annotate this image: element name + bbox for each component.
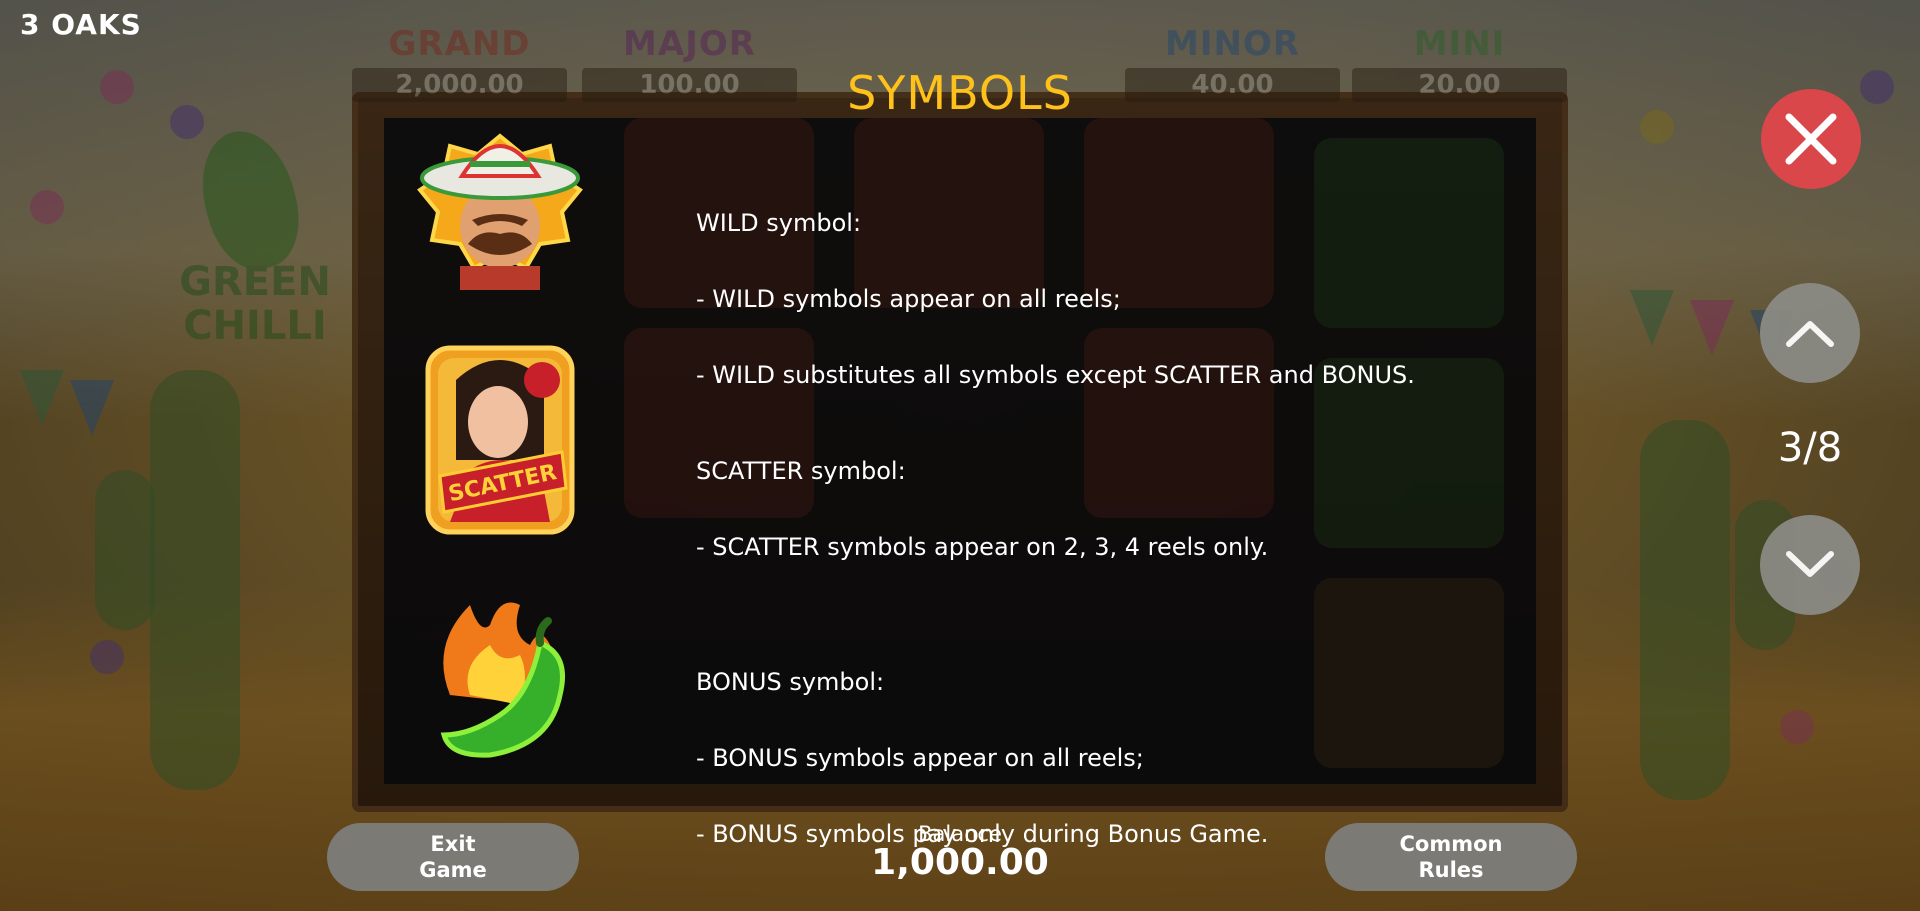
exit-game-button[interactable]: Exit Game: [327, 823, 579, 891]
symbol-label: SCATTER symbol:: [696, 457, 906, 485]
symbol-rule: - SCATTER symbols appear on 2, 3, 4 reel…: [696, 533, 1269, 561]
symbol-label: BONUS symbol:: [696, 668, 885, 696]
scatter-dancer-icon: SCATTER: [425, 345, 575, 535]
close-button[interactable]: [1761, 89, 1861, 189]
common-rules-button[interactable]: Common Rules: [1325, 823, 1577, 891]
symbol-row-scatter: SCATTER SCATTER symbol: - SCATTER symbol…: [410, 340, 1510, 561]
chevron-down-icon: [1786, 551, 1834, 577]
bonus-chilli-icon: [440, 602, 565, 758]
symbol-rule: - WILD symbols appear on all reels;: [696, 285, 1121, 313]
previous-page-button[interactable]: [1760, 283, 1860, 383]
symbol-row-bonus: BONUS symbol: - BONUS symbols appear on …: [410, 585, 1510, 848]
next-page-button[interactable]: [1760, 515, 1860, 615]
symbol-row-wild: WILD symbol: - WILD symbols appear on al…: [410, 112, 1510, 389]
balance-value: 1,000.00: [871, 842, 1049, 883]
company-logo: 3 OAKS: [20, 8, 142, 41]
wild-mariachi-icon: [417, 133, 583, 290]
close-icon: [1785, 113, 1837, 165]
page-indicator: 3/8: [1777, 425, 1843, 471]
symbol-rule: - BONUS symbols appear on all reels;: [696, 744, 1144, 772]
symbol-label: WILD symbol:: [696, 209, 862, 237]
chevron-up-icon: [1786, 321, 1834, 347]
symbol-description-scatter: SCATTER symbol: - SCATTER symbols appear…: [696, 414, 1268, 604]
